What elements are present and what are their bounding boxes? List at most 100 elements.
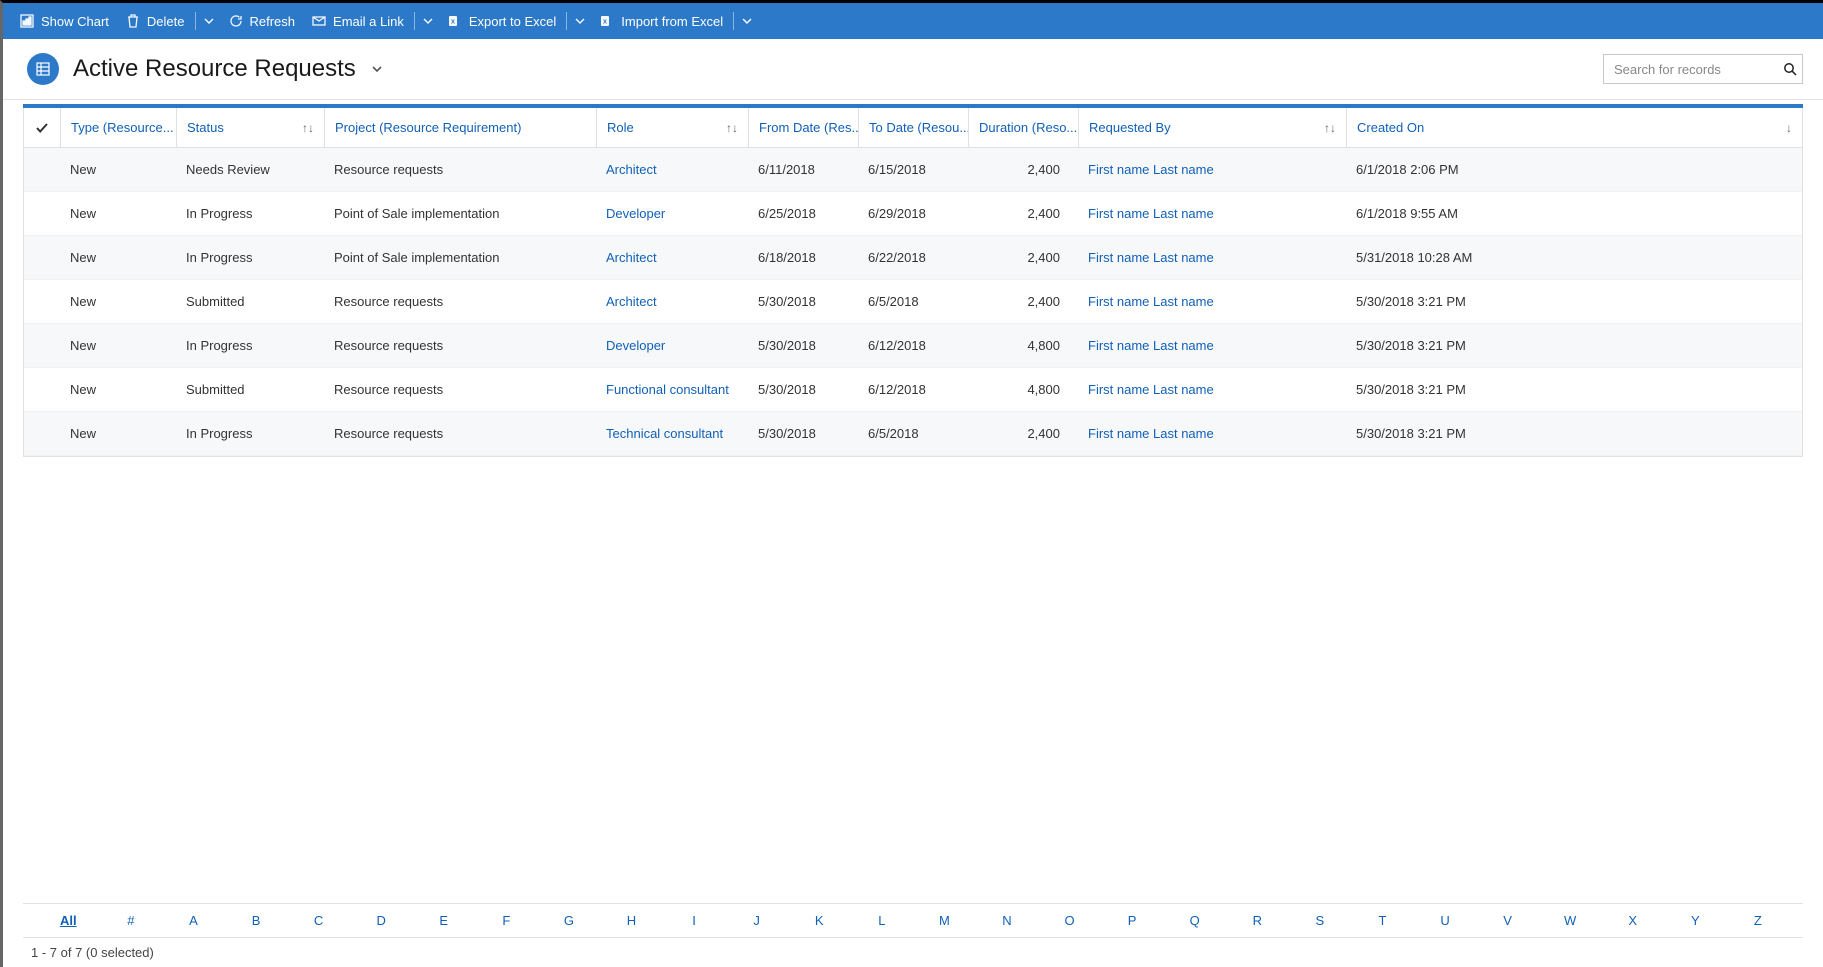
- index-filter-u[interactable]: U: [1414, 913, 1477, 928]
- cell-role-link[interactable]: Technical consultant: [596, 426, 748, 441]
- cell-requested-by-link[interactable]: First name Last name: [1078, 162, 1346, 177]
- cell-type: New: [60, 250, 176, 265]
- index-filter-p[interactable]: P: [1101, 913, 1164, 928]
- cell-from-date: 5/30/2018: [748, 338, 858, 353]
- cell-duration: 2,400: [968, 426, 1078, 441]
- export-excel-dropdown[interactable]: [569, 3, 591, 39]
- table-row[interactable]: NewIn ProgressPoint of Sale implementati…: [24, 236, 1802, 280]
- index-filter-m[interactable]: M: [913, 913, 976, 928]
- cell-requested-by-link[interactable]: First name Last name: [1078, 250, 1346, 265]
- search-input[interactable]: [1603, 54, 1803, 84]
- svg-text:x: x: [603, 19, 607, 26]
- index-filter-j[interactable]: J: [725, 913, 788, 928]
- index-filter-h[interactable]: H: [600, 913, 663, 928]
- delete-dropdown[interactable]: [198, 3, 220, 39]
- index-filter-t[interactable]: T: [1351, 913, 1414, 928]
- import-excel-dropdown[interactable]: [736, 3, 758, 39]
- show-chart-button[interactable]: Show Chart: [11, 3, 117, 39]
- index-filter-y[interactable]: Y: [1664, 913, 1727, 928]
- cell-created-on: 5/30/2018 3:21 PM: [1346, 294, 1802, 309]
- cell-requested-by-link[interactable]: First name Last name: [1078, 426, 1346, 441]
- cell-to-date: 6/22/2018: [858, 250, 968, 265]
- cell-requested-by-link[interactable]: First name Last name: [1078, 338, 1346, 353]
- column-header-role[interactable]: Role↑↓: [596, 108, 748, 147]
- column-header-status[interactable]: Status↑↓: [176, 108, 324, 147]
- search-box: [1603, 54, 1803, 84]
- entity-badge: [27, 53, 59, 85]
- cell-role-link[interactable]: Developer: [596, 338, 748, 353]
- table-row[interactable]: NewIn ProgressPoint of Sale implementati…: [24, 192, 1802, 236]
- separator: [414, 12, 415, 30]
- cell-status: Submitted: [176, 382, 324, 397]
- cell-role-link[interactable]: Functional consultant: [596, 382, 748, 397]
- index-filter-c[interactable]: C: [287, 913, 350, 928]
- select-all-checkbox[interactable]: [24, 108, 60, 147]
- cell-role-link[interactable]: Developer: [596, 206, 748, 221]
- separator: [733, 12, 734, 30]
- table-row[interactable]: NewSubmittedResource requestsFunctional …: [24, 368, 1802, 412]
- show-chart-label: Show Chart: [41, 14, 109, 29]
- delete-button[interactable]: Delete: [117, 3, 193, 39]
- cell-role-link[interactable]: Architect: [596, 162, 748, 177]
- cell-created-on: 6/1/2018 9:55 AM: [1346, 206, 1802, 221]
- table-row[interactable]: NewIn ProgressResource requestsDeveloper…: [24, 324, 1802, 368]
- chart-icon: [19, 13, 35, 29]
- column-header-to-date[interactable]: To Date (Resou...: [858, 108, 968, 147]
- app-frame: Show Chart Delete Refresh Email a Link: [0, 0, 1823, 967]
- cell-type: New: [60, 338, 176, 353]
- table-row[interactable]: NewNeeds ReviewResource requestsArchitec…: [24, 148, 1802, 192]
- index-filter-q[interactable]: Q: [1163, 913, 1226, 928]
- import-excel-button[interactable]: x Import from Excel: [591, 3, 731, 39]
- cell-created-on: 6/1/2018 2:06 PM: [1346, 162, 1802, 177]
- column-header-requested-by[interactable]: Requested By↑↓: [1078, 108, 1346, 147]
- index-filter-x[interactable]: X: [1601, 913, 1664, 928]
- index-filter-e[interactable]: E: [412, 913, 475, 928]
- command-bar: Show Chart Delete Refresh Email a Link: [3, 3, 1823, 39]
- separator: [195, 12, 196, 30]
- table-row[interactable]: NewSubmittedResource requestsArchitect5/…: [24, 280, 1802, 324]
- export-excel-button[interactable]: x Export to Excel: [439, 3, 564, 39]
- cell-requested-by-link[interactable]: First name Last name: [1078, 294, 1346, 309]
- cell-requested-by-link[interactable]: First name Last name: [1078, 382, 1346, 397]
- index-filter-b[interactable]: B: [225, 913, 288, 928]
- cell-from-date: 5/30/2018: [748, 426, 858, 441]
- index-filter-#[interactable]: #: [100, 913, 163, 928]
- import-excel-label: Import from Excel: [621, 14, 723, 29]
- cell-to-date: 6/15/2018: [858, 162, 968, 177]
- column-header-duration[interactable]: Duration (Reso...: [968, 108, 1078, 147]
- index-filter-a[interactable]: A: [162, 913, 225, 928]
- view-selector[interactable]: Active Resource Requests: [73, 55, 384, 83]
- index-filter-f[interactable]: F: [475, 913, 538, 928]
- column-header-project[interactable]: Project (Resource Requirement): [324, 108, 596, 147]
- cell-to-date: 6/29/2018: [858, 206, 968, 221]
- grid-body: NewNeeds ReviewResource requestsArchitec…: [24, 148, 1802, 456]
- column-header-from-date[interactable]: From Date (Res...: [748, 108, 858, 147]
- index-filter-z[interactable]: Z: [1727, 913, 1790, 928]
- index-filter-w[interactable]: W: [1539, 913, 1602, 928]
- grid-header-row: Type (Resource... Status↑↓ Project (Reso…: [24, 108, 1802, 148]
- index-filter-k[interactable]: K: [788, 913, 851, 928]
- column-header-created-on[interactable]: Created On↓: [1346, 108, 1802, 147]
- index-filter-r[interactable]: R: [1226, 913, 1289, 928]
- cell-role-link[interactable]: Architect: [596, 250, 748, 265]
- page-header: Active Resource Requests: [3, 39, 1823, 100]
- index-filter-l[interactable]: L: [851, 913, 914, 928]
- cell-role-link[interactable]: Architect: [596, 294, 748, 309]
- index-filter-n[interactable]: N: [976, 913, 1039, 928]
- index-filter-o[interactable]: O: [1038, 913, 1101, 928]
- index-filter-g[interactable]: G: [538, 913, 601, 928]
- cell-duration: 2,400: [968, 250, 1078, 265]
- column-header-type[interactable]: Type (Resource...: [60, 108, 176, 147]
- email-link-button[interactable]: Email a Link: [303, 3, 412, 39]
- cell-status: In Progress: [176, 338, 324, 353]
- refresh-button[interactable]: Refresh: [220, 3, 304, 39]
- email-link-dropdown[interactable]: [417, 3, 439, 39]
- cell-project: Resource requests: [324, 426, 596, 441]
- index-filter-all[interactable]: All: [37, 913, 100, 928]
- index-filter-i[interactable]: I: [663, 913, 726, 928]
- cell-requested-by-link[interactable]: First name Last name: [1078, 206, 1346, 221]
- table-row[interactable]: NewIn ProgressResource requestsTechnical…: [24, 412, 1802, 456]
- index-filter-s[interactable]: S: [1289, 913, 1352, 928]
- index-filter-v[interactable]: V: [1476, 913, 1539, 928]
- index-filter-d[interactable]: D: [350, 913, 413, 928]
